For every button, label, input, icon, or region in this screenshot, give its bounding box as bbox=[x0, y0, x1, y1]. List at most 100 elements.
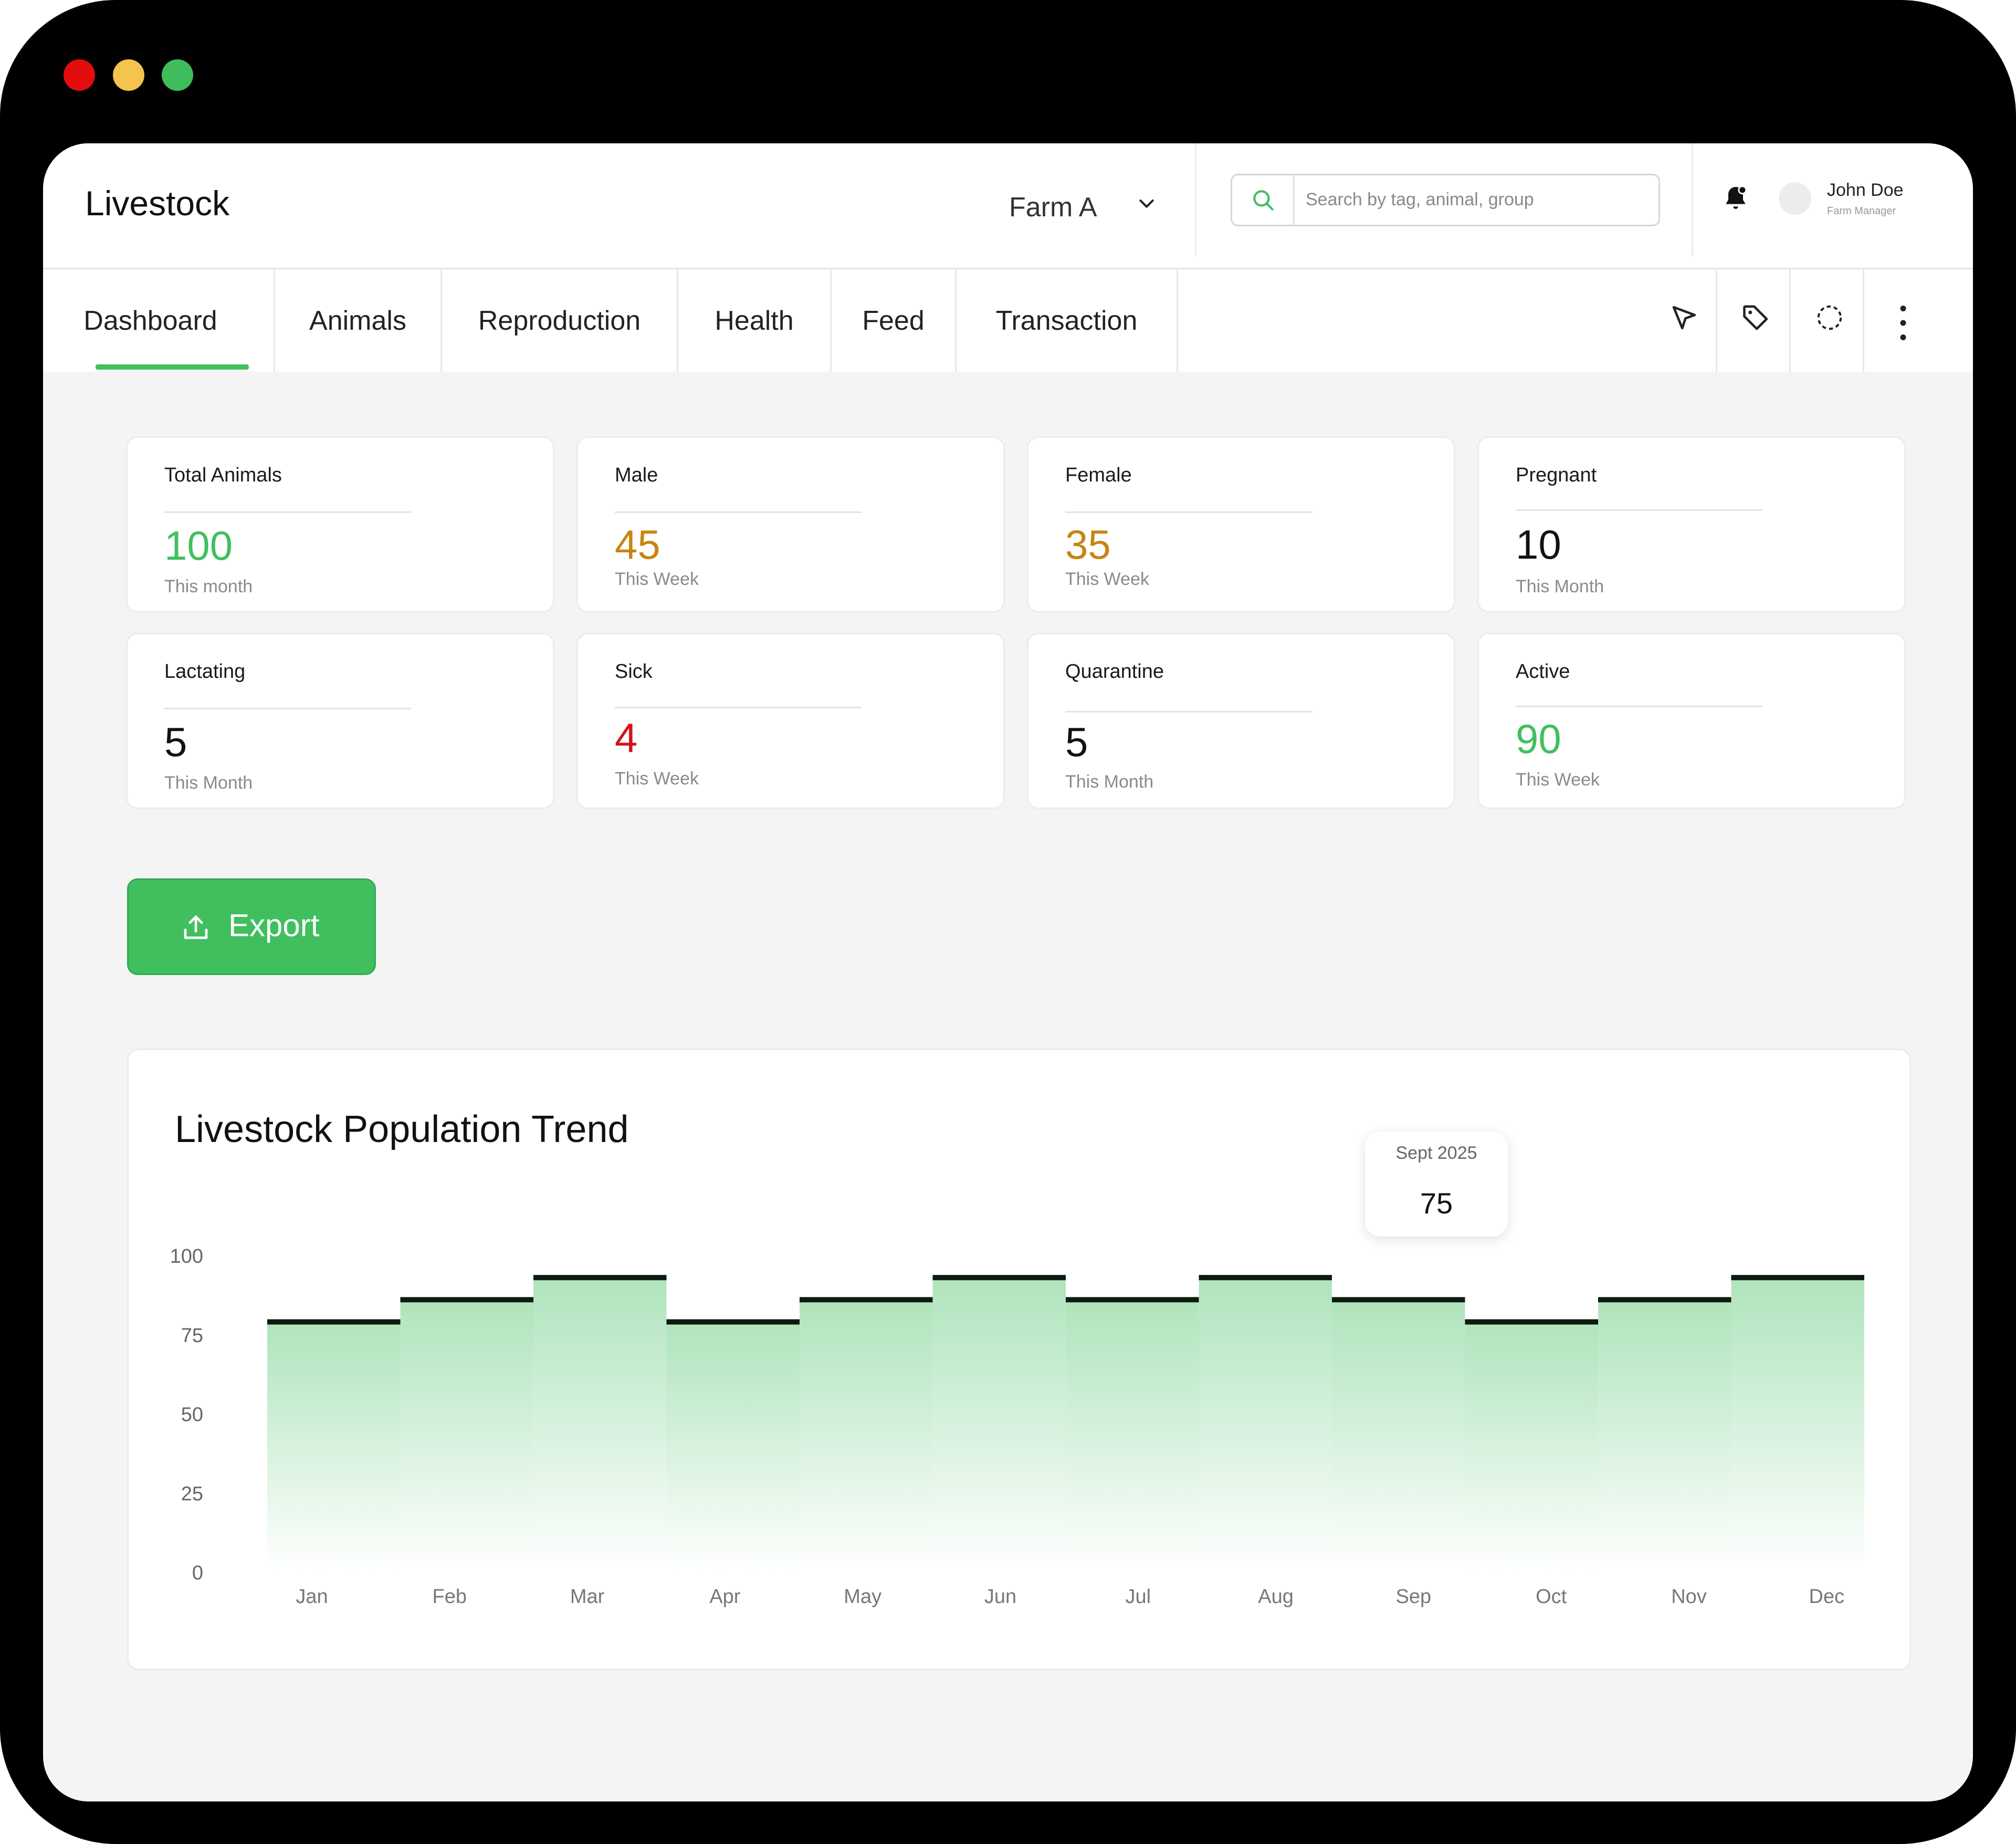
tab-dashboard[interactable]: Dashboard bbox=[43, 269, 275, 372]
nav-tabs: Dashboard Animals Reproduction Health Fe… bbox=[43, 269, 1973, 372]
app-screen: Livestock Farm A John Doe Farm Manager bbox=[43, 143, 1973, 1801]
stat-card-pregnant[interactable]: Pregnant 10 This Month bbox=[1477, 436, 1906, 613]
x-tick-label: Feb bbox=[433, 1586, 467, 1608]
dashed-circle-icon[interactable] bbox=[1789, 269, 1863, 372]
stat-divider bbox=[615, 707, 862, 708]
stat-card-active[interactable]: Active 90 This Week bbox=[1477, 633, 1906, 809]
app-title: Livestock bbox=[85, 184, 230, 223]
window-minimize-button[interactable] bbox=[113, 59, 144, 91]
tab-health[interactable]: Health bbox=[678, 269, 832, 372]
window-maximize-button[interactable] bbox=[162, 59, 193, 91]
stat-divider bbox=[1516, 706, 1762, 707]
tab-label: Feed bbox=[862, 305, 925, 336]
stat-card-female[interactable]: Female 35 This Week bbox=[1027, 436, 1455, 613]
stat-period: This Week bbox=[1516, 770, 1600, 790]
area-bar-dec[interactable] bbox=[1731, 1277, 1865, 1572]
area-bar-apr[interactable] bbox=[666, 1322, 800, 1572]
export-label: Export bbox=[228, 908, 320, 943]
stat-value: 100 bbox=[164, 522, 233, 569]
stat-value: 35 bbox=[1065, 521, 1111, 568]
more-vertical-icon[interactable] bbox=[1863, 269, 1936, 372]
stat-value: 45 bbox=[615, 521, 660, 568]
area-bar-mar[interactable] bbox=[533, 1277, 667, 1572]
header-divider bbox=[1692, 143, 1693, 257]
tab-label: Transaction bbox=[995, 305, 1138, 336]
stat-divider bbox=[164, 511, 411, 513]
export-button[interactable]: Export bbox=[127, 878, 376, 975]
stat-period: This month bbox=[164, 577, 253, 596]
stat-card-sick[interactable]: Sick 4 This Week bbox=[576, 633, 1005, 809]
stat-label: Male bbox=[615, 464, 658, 486]
tab-label: Reproduction bbox=[478, 305, 641, 336]
y-tick-label: 50 bbox=[181, 1404, 203, 1426]
stat-period: This Month bbox=[1516, 577, 1604, 596]
tag-icon[interactable] bbox=[1716, 269, 1789, 372]
y-tick-label: 0 bbox=[192, 1562, 203, 1584]
stat-label: Lactating bbox=[164, 661, 246, 683]
x-tick-label: Aug bbox=[1258, 1586, 1294, 1608]
chart-tooltip: Sept 2025 75 bbox=[1365, 1131, 1508, 1237]
stat-card-lactating[interactable]: Lactating 5 This Month bbox=[126, 633, 554, 809]
stat-divider bbox=[1065, 511, 1312, 513]
stat-label: Sick bbox=[615, 661, 653, 683]
y-tick-label: 100 bbox=[170, 1245, 203, 1267]
x-tick-label: Sep bbox=[1396, 1586, 1432, 1608]
population-trend-chart: 0 25 50 75 100 Jan Feb Mar Apr May Jun Jul Aug Sep Oc… bbox=[170, 1245, 1865, 1608]
tab-label: Dashboard bbox=[83, 305, 217, 336]
area-bar-may[interactable] bbox=[800, 1300, 933, 1572]
area-bar-jun[interactable] bbox=[932, 1277, 1066, 1572]
window-close-button[interactable] bbox=[64, 59, 95, 91]
tab-animals[interactable]: Animals bbox=[275, 269, 442, 372]
area-bar-jan[interactable] bbox=[267, 1322, 401, 1572]
stat-card-total-animals[interactable]: Total Animals 100 This month bbox=[126, 436, 554, 613]
stat-label: Total Animals bbox=[164, 464, 282, 486]
tab-feed[interactable]: Feed bbox=[832, 269, 957, 372]
stat-label: Pregnant bbox=[1516, 464, 1597, 486]
stat-value: 5 bbox=[164, 719, 187, 765]
stat-period: This Month bbox=[1065, 772, 1154, 792]
search-input[interactable] bbox=[1305, 183, 1648, 216]
area-bar-nov[interactable] bbox=[1598, 1300, 1731, 1572]
search-box[interactable] bbox=[1231, 174, 1660, 226]
device-frame: Livestock Farm A John Doe Farm Manager bbox=[0, 0, 2016, 1844]
tooltip-date: Sept 2025 bbox=[1395, 1143, 1477, 1163]
tooltip-value: 75 bbox=[1420, 1187, 1453, 1220]
area-bar-feb[interactable] bbox=[400, 1300, 534, 1572]
area-bar-jul[interactable] bbox=[1066, 1300, 1199, 1572]
stat-period: This Month bbox=[164, 773, 253, 793]
stat-divider bbox=[1065, 711, 1312, 713]
stat-label: Female bbox=[1065, 464, 1132, 486]
area-bar-oct[interactable] bbox=[1465, 1322, 1599, 1572]
tab-label: Health bbox=[715, 305, 794, 336]
x-tick-label: Jul bbox=[1126, 1586, 1151, 1608]
stat-label: Quarantine bbox=[1065, 661, 1164, 683]
stat-card-male[interactable]: Male 45 This Week bbox=[576, 436, 1005, 613]
stat-label: Active bbox=[1516, 661, 1570, 683]
user-name: John Doe bbox=[1827, 180, 1904, 200]
stat-period: This Week bbox=[1065, 569, 1149, 589]
y-tick-label: 25 bbox=[181, 1483, 203, 1505]
x-tick-label: Jan bbox=[296, 1586, 328, 1608]
header-divider bbox=[1195, 143, 1196, 257]
stat-divider bbox=[1516, 509, 1762, 511]
top-header: Livestock Farm A John Doe Farm Manager bbox=[43, 143, 1973, 269]
area-bar-aug[interactable] bbox=[1199, 1277, 1332, 1572]
chevron-down-icon[interactable] bbox=[1136, 193, 1157, 216]
tab-transaction[interactable]: Transaction bbox=[957, 269, 1178, 372]
tab-reproduction[interactable]: Reproduction bbox=[442, 269, 678, 372]
avatar[interactable] bbox=[1779, 182, 1811, 215]
x-tick-label: May bbox=[844, 1586, 881, 1608]
stat-card-quarantine[interactable]: Quarantine 5 This Month bbox=[1027, 633, 1455, 809]
stat-value: 5 bbox=[1065, 719, 1088, 765]
cursor-icon[interactable] bbox=[1645, 269, 1719, 372]
x-tick-label: Oct bbox=[1536, 1586, 1567, 1608]
bell-icon[interactable] bbox=[1721, 183, 1750, 215]
y-tick-label: 75 bbox=[181, 1325, 203, 1347]
upload-icon bbox=[184, 915, 208, 939]
tab-label: Animals bbox=[309, 305, 406, 336]
area-bar-sep[interactable] bbox=[1332, 1300, 1465, 1572]
stat-divider bbox=[164, 708, 411, 709]
farm-selector-value[interactable]: Farm A bbox=[1009, 192, 1097, 223]
x-tick-label: Dec bbox=[1809, 1586, 1845, 1608]
stat-divider bbox=[615, 511, 862, 513]
